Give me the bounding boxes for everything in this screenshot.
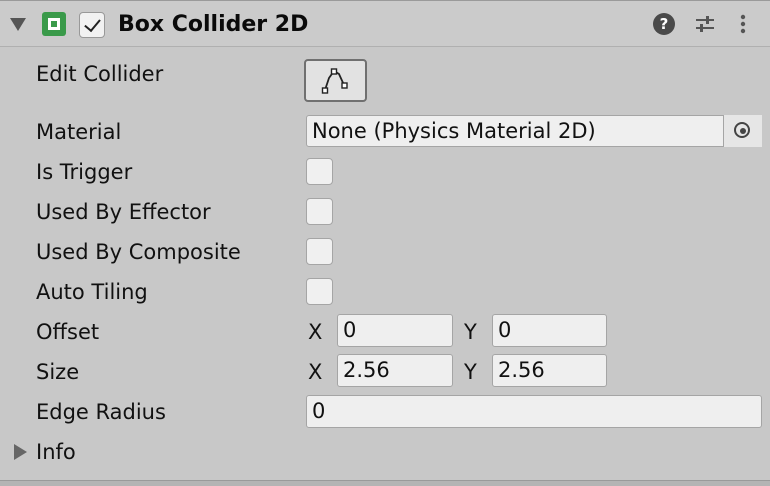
- edit-collider-icon: [321, 68, 348, 94]
- is-trigger-checkbox[interactable]: [306, 158, 333, 185]
- size-x-label[interactable]: X: [308, 358, 322, 386]
- material-object-field[interactable]: None (Physics Material 2D): [306, 115, 762, 147]
- offset-label: Offset: [36, 320, 100, 344]
- triangle-right-icon[interactable]: [14, 444, 27, 460]
- auto-tiling-label: Auto Tiling: [36, 280, 148, 304]
- object-picker-icon[interactable]: [723, 115, 762, 147]
- used-by-effector-label: Used By Effector: [36, 200, 211, 224]
- offset-y-label[interactable]: Y: [464, 318, 477, 346]
- component-enabled-checkbox[interactable]: [79, 12, 105, 38]
- inspector-divider: [0, 480, 770, 486]
- edge-radius-label: Edge Radius: [36, 400, 166, 424]
- size-y-field[interactable]: 2.56: [492, 354, 607, 387]
- presets-icon[interactable]: [694, 13, 716, 35]
- edit-collider-button[interactable]: [304, 59, 367, 102]
- component-title: Box Collider 2D: [118, 12, 309, 37]
- used-by-composite-label: Used By Composite: [36, 240, 241, 264]
- offset-y-field[interactable]: 0: [492, 314, 607, 347]
- edge-radius-field[interactable]: 0: [306, 395, 762, 428]
- offset-x-field[interactable]: 0: [337, 314, 453, 347]
- triangle-down-icon[interactable]: [10, 18, 26, 31]
- material-label: Material: [36, 120, 122, 144]
- material-value: None (Physics Material 2D): [312, 119, 596, 143]
- size-x-field[interactable]: 2.56: [337, 354, 453, 387]
- component-header[interactable]: Box Collider 2D ?: [0, 1, 770, 47]
- offset-x-label[interactable]: X: [308, 318, 322, 346]
- info-foldout-label[interactable]: Info: [36, 438, 76, 466]
- kebab-menu-icon[interactable]: [734, 13, 752, 35]
- used-by-effector-checkbox[interactable]: [306, 198, 333, 225]
- edit-collider-label: Edit Collider: [36, 62, 164, 86]
- size-y-label[interactable]: Y: [464, 358, 477, 386]
- used-by-composite-checkbox[interactable]: [306, 238, 333, 265]
- box-collider-icon: [42, 12, 66, 36]
- help-icon[interactable]: ?: [653, 13, 675, 35]
- box-collider-2d-inspector: Box Collider 2D ? Edit Collider Material…: [0, 0, 770, 486]
- size-label: Size: [36, 360, 80, 384]
- is-trigger-label: Is Trigger: [36, 160, 133, 184]
- auto-tiling-checkbox[interactable]: [306, 278, 333, 305]
